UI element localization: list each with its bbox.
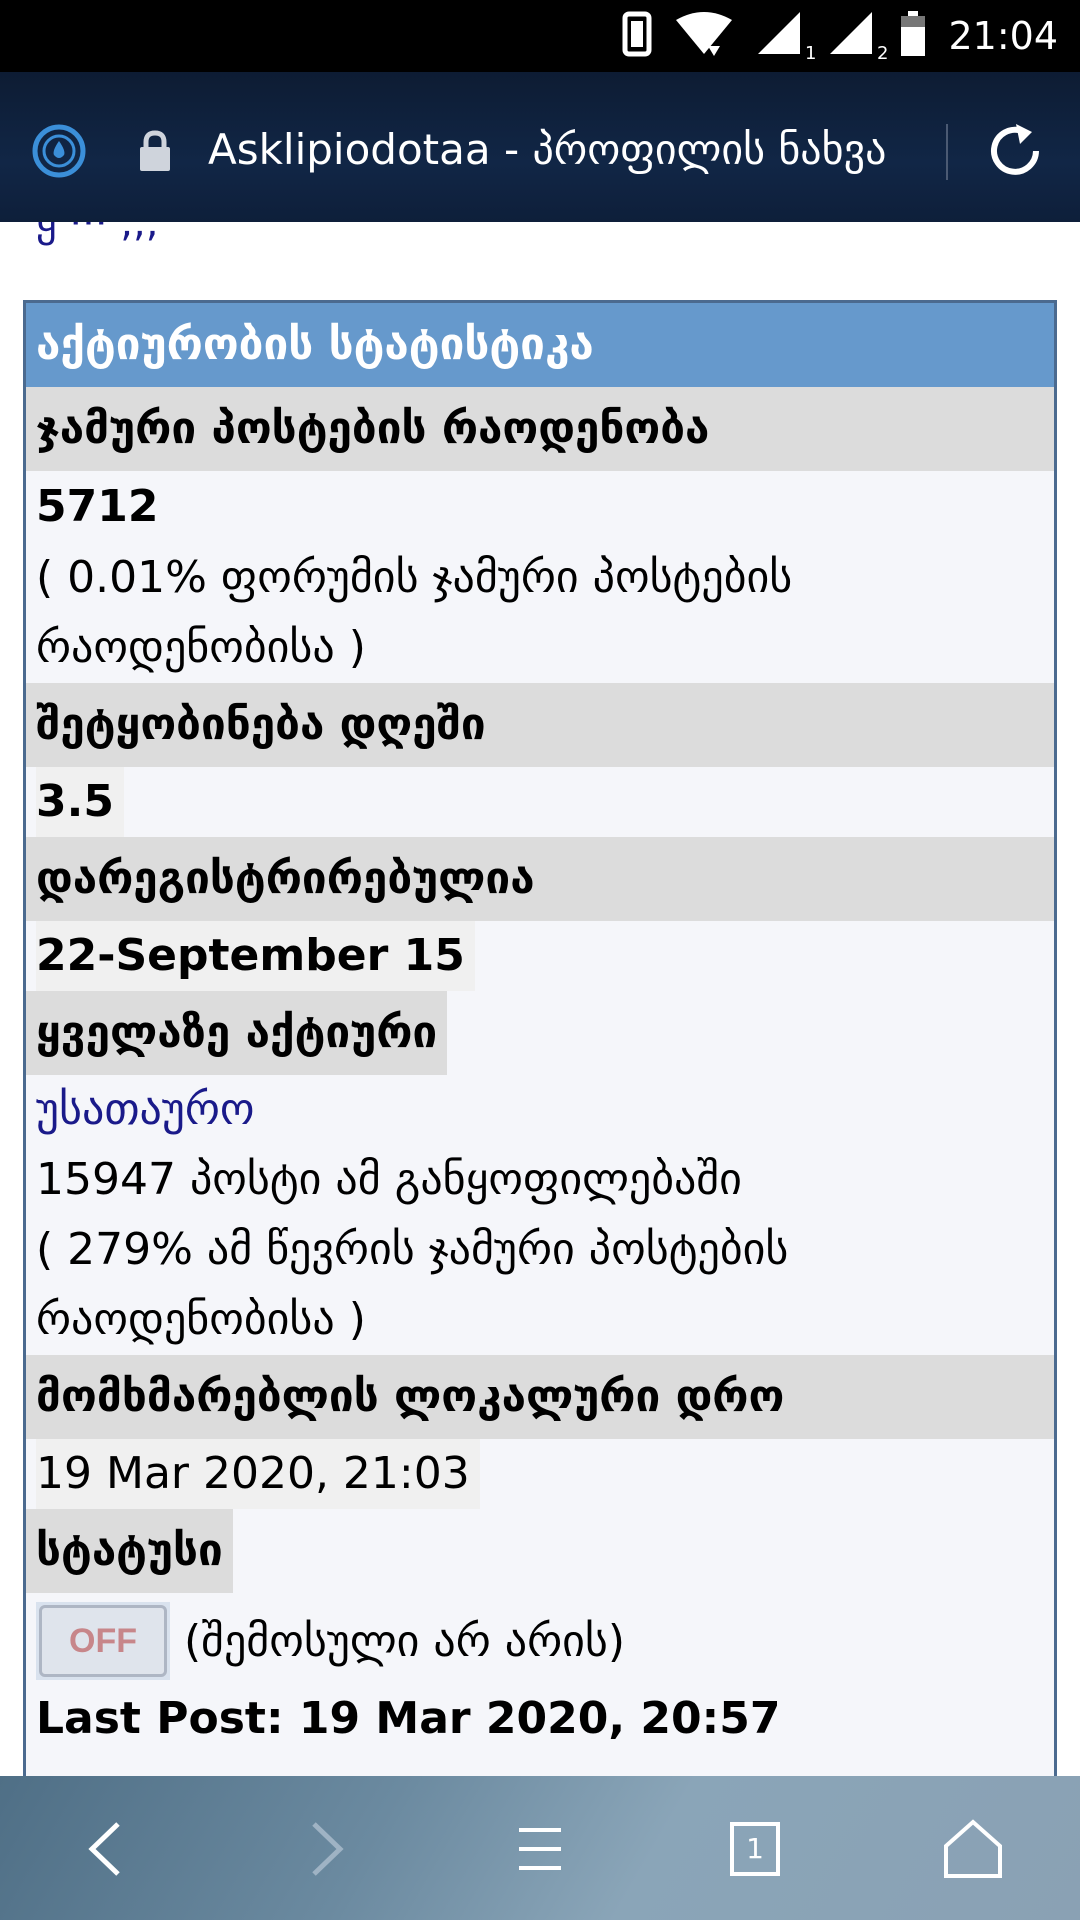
lock-icon bbox=[138, 130, 172, 172]
clock: 21:04 bbox=[948, 14, 1058, 58]
wifi-icon bbox=[674, 12, 734, 60]
most-active-share-line2: რაოდენობისა ) bbox=[36, 1294, 366, 1345]
registered-value: 22-September 15 bbox=[26, 921, 1054, 991]
total-posts-label: ჯამური პოსტების რაოდენობა bbox=[26, 387, 1054, 471]
drop-icon[interactable] bbox=[30, 122, 88, 180]
sim1-label: 1 bbox=[805, 43, 817, 64]
reload-icon[interactable] bbox=[984, 120, 1046, 182]
status-text: (შემოსული არ არის) bbox=[184, 1615, 626, 1667]
total-posts-share-line1: ( 0.01% ფორუმის ჯამური პოსტების bbox=[36, 552, 793, 603]
total-posts-value: 5712 bbox=[36, 481, 159, 532]
browser-bottom-bar: 1 bbox=[0, 1776, 1080, 1920]
most-active-label: ყველაზე აქტიური bbox=[26, 991, 448, 1075]
page-content: ყ ··· ,,, აქტიურობის სტატისტიკა ჯამური პ… bbox=[0, 222, 1080, 1776]
menu-icon[interactable] bbox=[505, 1814, 575, 1884]
activity-stats-panel: აქტიურობის სტატისტიკა ჯამური პოსტების რა… bbox=[23, 300, 1057, 1776]
most-active-forum-link[interactable]: უსათაურო bbox=[26, 1075, 1054, 1145]
status-row: OFF (შემოსული არ არის) bbox=[26, 1593, 1054, 1689]
posts-per-day-value: 3.5 bbox=[26, 767, 1054, 837]
most-active-posts: 15947 პოსტი ამ განყოფილებაში bbox=[36, 1154, 742, 1205]
phone-icon bbox=[622, 11, 652, 61]
offline-badge: OFF bbox=[39, 1605, 167, 1677]
cut-off-link[interactable]: ყ ··· ,,, bbox=[36, 222, 158, 246]
posts-per-day-label: შეტყობინება დღეში bbox=[26, 683, 1054, 767]
back-icon[interactable] bbox=[72, 1814, 142, 1884]
total-posts-share-line2: რაოდენობისა ) bbox=[36, 622, 366, 673]
registered-label: დარეგისტრირებულია bbox=[26, 837, 1054, 921]
divider bbox=[946, 124, 948, 180]
local-time-value: 19 Mar 2020, 21:03 bbox=[26, 1439, 1054, 1509]
signal-sim1-icon: 1 bbox=[756, 12, 816, 64]
home-icon[interactable] bbox=[938, 1814, 1008, 1884]
signal-sim2-icon: 2 bbox=[828, 12, 888, 64]
browser-address-bar: Asklipiodotaa - პროფილის ნახვა bbox=[0, 72, 1080, 222]
offline-badge-wrap: OFF bbox=[36, 1602, 170, 1680]
tabs-icon[interactable]: 1 bbox=[720, 1814, 790, 1884]
panel-header: აქტიურობის სტატისტიკა bbox=[26, 303, 1054, 387]
last-post-row: Last Post: 19 Mar 2020, 20:57 bbox=[36, 1693, 781, 1744]
sim2-label: 2 bbox=[877, 43, 889, 64]
battery-icon bbox=[900, 11, 926, 61]
tab-count: 1 bbox=[746, 1832, 764, 1865]
status-bar: 1 2 21:04 bbox=[0, 0, 1080, 72]
local-time-label: მომხმარებლის ლოკალური დრო bbox=[26, 1355, 1054, 1439]
status-label: სტატუსი bbox=[26, 1509, 233, 1593]
most-active-share-line1: ( 279% ამ წევრის ჯამური პოსტების bbox=[36, 1224, 789, 1275]
page-title[interactable]: Asklipiodotaa - პროფილის ნახვა bbox=[208, 120, 886, 180]
forward-icon[interactable] bbox=[290, 1814, 360, 1884]
